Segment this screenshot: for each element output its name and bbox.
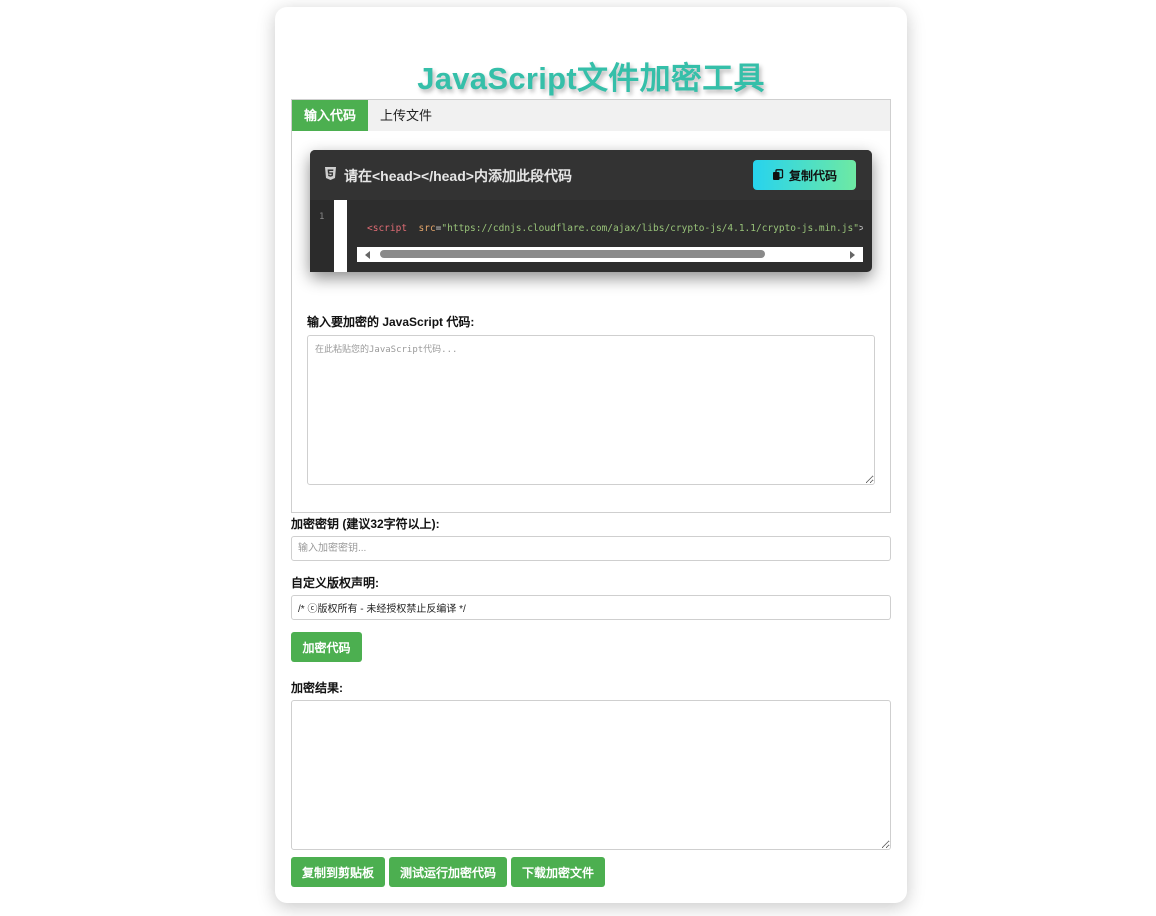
line-gutter: 1 <box>310 200 347 272</box>
code-token-attr: src <box>418 223 436 234</box>
code-input-label: 输入要加密的 JavaScript 代码: <box>307 315 475 329</box>
encrypt-button[interactable]: 加密代码 <box>291 632 362 662</box>
line-number: 1 <box>319 212 325 222</box>
code-token-close: ></ <box>858 223 863 234</box>
html5-icon <box>325 167 336 180</box>
code-snippet-title: 请在<head></head>内添加此段代码 <box>344 168 572 184</box>
tab-input-code[interactable]: 输入代码 <box>292 100 369 131</box>
copy-code-button[interactable]: 复制代码 <box>753 160 856 190</box>
copy-code-label: 复制代码 <box>788 168 837 183</box>
copy-icon <box>772 169 784 180</box>
scroll-left-arrow-icon[interactable] <box>365 251 370 259</box>
result-label: 加密结果: <box>291 681 343 695</box>
code-horizontal-scrollbar[interactable] <box>357 247 863 262</box>
code-input-textarea[interactable] <box>307 335 875 485</box>
tab-upload-file[interactable]: 上传文件 <box>368 100 444 131</box>
tab-bar: 输入代码 上传文件 <box>291 99 891 132</box>
key-input[interactable] <box>291 536 891 561</box>
key-label: 加密密钥 (建议32字符以上): <box>291 517 440 531</box>
code-token-tag: <script <box>367 223 408 234</box>
code-snippet-box: 请在<head></head>内添加此段代码 复制代码 1 <script sr… <box>310 150 872 272</box>
gutter-bar <box>334 200 347 272</box>
code-line: <script src="https://cdnjs.cloudflare.co… <box>367 223 863 234</box>
copy-to-clipboard-button[interactable]: 复制到剪贴板 <box>291 857 385 887</box>
code-snippet-header: 请在<head></head>内添加此段代码 复制代码 <box>310 150 872 200</box>
scroll-thumb[interactable] <box>380 250 765 258</box>
scroll-right-arrow-icon[interactable] <box>850 251 855 259</box>
page-title: JavaScript文件加密工具 <box>417 61 765 96</box>
copyright-input[interactable] <box>291 595 891 620</box>
download-file-button[interactable]: 下载加密文件 <box>511 857 605 887</box>
main-card: JavaScript文件加密工具 输入代码 上传文件 输入要加密的 JavaSc… <box>275 7 907 903</box>
result-textarea[interactable] <box>291 700 891 850</box>
code-token-url: "https://cdnjs.cloudflare.com/ajax/libs/… <box>441 223 859 234</box>
copyright-label: 自定义版权声明: <box>291 576 379 590</box>
test-run-button[interactable]: 测试运行加密代码 <box>389 857 507 887</box>
